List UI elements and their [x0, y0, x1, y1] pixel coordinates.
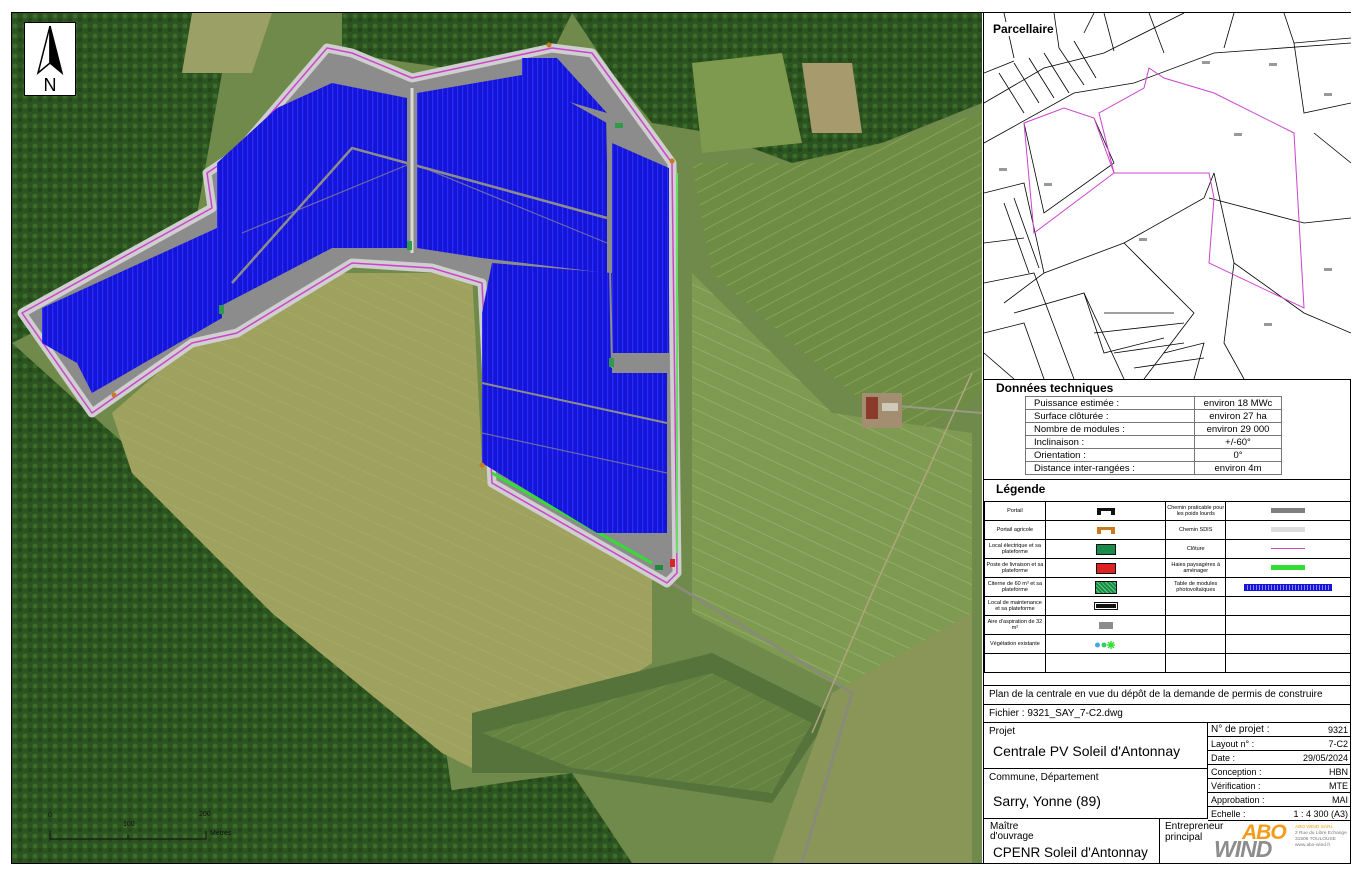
maintenance-room-swatch [1093, 602, 1118, 610]
commune-box: Commune, Département Sarry, Yonne (89) [984, 769, 1208, 819]
owner-name: CPENR Soleil d'Antonnay [993, 845, 1148, 860]
legend-row [984, 653, 1351, 673]
table-row: Orientation :0° [1025, 448, 1282, 462]
owner-label: Maître d'ouvrage [990, 821, 1034, 842]
table-row: Surface clôturée : environ 27 ha [1025, 409, 1282, 423]
legend-label-local-electrique: Local électrique et sa plateforme [984, 539, 1046, 559]
table-row: Layout n° :7-C2 [1208, 736, 1351, 751]
legend-label-portail-agricole: Portail agricole [984, 520, 1046, 540]
legend-label-table-modules: Table de modules photovoltaïques [1165, 577, 1227, 597]
legend-label-poste-livraison: Poste de livraison et sa plateforme [984, 558, 1046, 578]
table-row: Date :29/05/2024 [1208, 750, 1351, 765]
legend-row: Local de maintenance et sa plateforme [984, 596, 1351, 616]
legend-row: Aire d'aspiration de 32 m² [984, 615, 1351, 635]
hedge-swatch [1271, 565, 1306, 571]
table-row: Approbation : MAI [1208, 792, 1351, 807]
legend-label-chemin-sdis: Chemin SDIS [1165, 520, 1227, 540]
agricultural-gate-icon [1096, 526, 1115, 534]
commune-label: Commune, Département [989, 772, 1099, 783]
vegetation-icon [1094, 640, 1115, 649]
legend-label-chemin-pl: Chemin praticable pour les poids lourds [1165, 501, 1227, 521]
legend-title: Légende [996, 482, 1046, 496]
aerial-plan [12, 13, 982, 863]
owner-box: Maître d'ouvrage CPENR Soleil d'Antonnay [984, 819, 1160, 863]
table-row: Conception : HBN [1208, 764, 1351, 779]
table-row: N° de projet :9321 [1208, 723, 1351, 737]
scale-tick-0: 0 [48, 812, 52, 819]
heavy-road-swatch [1271, 508, 1306, 514]
legend-label-haies: Haies paysagères à aménager [1165, 558, 1227, 578]
technical-data: Données techniques Puissance estimée : en… [984, 379, 1351, 480]
project-meta: N° de projet :9321 Layout n° :7-C2 Date … [1208, 723, 1351, 821]
legend-row: Portail Chemin praticable pour les poids… [984, 501, 1351, 521]
pv-table-swatch [1244, 583, 1333, 591]
north-arrow-icon [36, 25, 64, 76]
file-name: Fichier : 9321_SAY_7-C2.dwg [984, 705, 1351, 723]
scale-unit: Mètres [210, 830, 232, 837]
legend-label-local-maintenance: Local de maintenance et sa plateforme [984, 596, 1046, 616]
contractor-box: Entrepreneur principal ABO WIND ABO WIND… [1160, 819, 1351, 863]
fire-road-swatch [1271, 527, 1306, 533]
abo-wind-logo-bottom: WIND [1214, 836, 1272, 862]
cadastre-drawing [984, 13, 1351, 379]
north-arrow: N [24, 22, 76, 96]
legend-row: Végétation existante [984, 634, 1351, 654]
technical-data-table: Puissance estimée : environ 18 MWc Surfac… [1025, 396, 1282, 475]
table-row: Distance inter-rangées : environ 4m [1025, 461, 1282, 475]
legend: Légende Portail Chemin praticable pour l… [984, 479, 1351, 686]
site-map[interactable]: 0 100 200 Mètres [12, 13, 982, 863]
suction-area-swatch [1098, 621, 1113, 629]
legend-row: Local électrique et sa plateforme Clôtur… [984, 539, 1351, 559]
project-label: Projet [989, 726, 1016, 737]
gate-icon [1096, 507, 1115, 515]
project-box: Projet Centrale PV Soleil d'Antonnay [984, 723, 1208, 769]
table-row: Nombre de modules : environ 29 000 [1025, 422, 1282, 436]
contractor-address: ABO WIND SARL 2 Rue du Libre Echange 315… [1295, 825, 1347, 848]
water-tank-swatch [1094, 580, 1117, 594]
table-row: Puissance estimée : environ 18 MWc [1025, 396, 1282, 410]
title-block: Parcellaire Données techniques Puissance… [983, 13, 1351, 863]
commune-name: Sarry, Yonne (89) [993, 793, 1101, 809]
project-name: Centrale PV Soleil d'Antonnay [993, 743, 1181, 759]
parcellaire-map[interactable]: Parcellaire [984, 13, 1351, 380]
legend-label-portail: Portail [984, 501, 1046, 521]
legend-label-aire-aspiration: Aire d'aspiration de 32 m² [984, 615, 1046, 635]
technical-data-title: Données techniques [996, 381, 1114, 395]
legend-label-vegetation: Végétation existante [984, 634, 1046, 654]
legend-label-citerne: Citerne de 60 m³ et sa plateforme [984, 577, 1046, 597]
legend-row: Portail agricole Chemin SDIS [984, 520, 1351, 540]
delivery-station-swatch [1095, 562, 1116, 574]
table-row: Inclinaison : +/-60° [1025, 435, 1282, 449]
fence-swatch [1271, 548, 1306, 550]
table-row: Vérification : MTE [1208, 778, 1351, 793]
electrical-room-swatch [1095, 543, 1116, 555]
scale-tick-200: 200 [199, 811, 211, 818]
legend-label-cloture: Clôture [1165, 539, 1227, 559]
plan-description: Plan de la centrale en vue du dépôt de l… [984, 685, 1351, 705]
north-letter: N [43, 75, 57, 95]
legend-table: Portail Chemin praticable pour les poids… [984, 501, 1351, 673]
legend-row: Poste de livraison et sa plateforme Haie… [984, 558, 1351, 578]
legend-row: Citerne de 60 m³ et sa plateforme Table … [984, 577, 1351, 597]
parcellaire-title: Parcellaire [993, 22, 1054, 36]
scale-tick-100: 100 [123, 821, 135, 828]
